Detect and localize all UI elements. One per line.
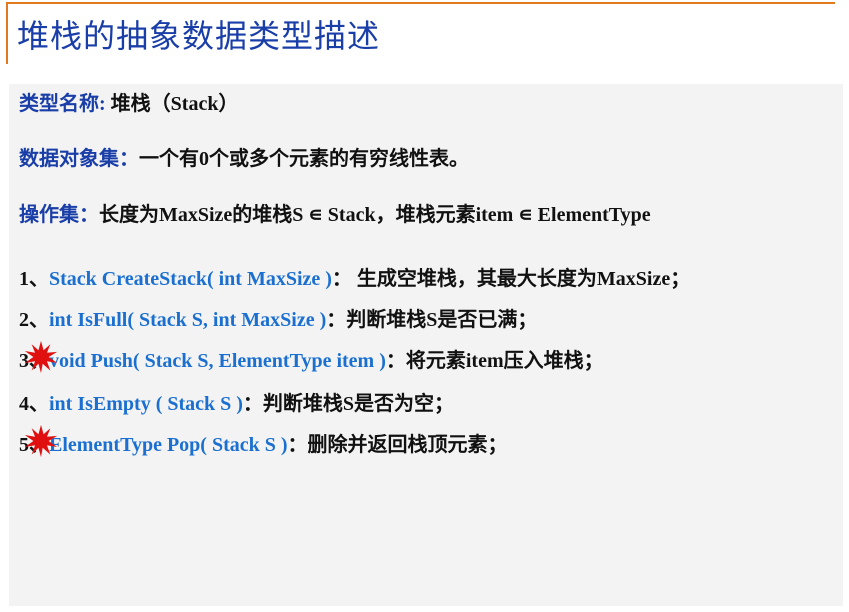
op-item-2: 2、int IsFull( Stack S, int MaxSize )：判断堆… [19, 307, 537, 333]
op-item-5: 5、ElementType Pop( Stack S )：删除并返回栈顶元素； [19, 432, 508, 458]
red-starburst-icon [24, 340, 58, 374]
op-signature: int IsEmpty ( Stack S ) [49, 393, 243, 415]
slide-title: 堆栈的抽象数据类型描述 [17, 17, 381, 55]
op-signature: int IsFull( Stack S, int MaxSize ) [49, 309, 327, 331]
starburst-shape [24, 424, 58, 458]
op-number: 2 [19, 309, 29, 331]
operations-value: 长度为MaxSize的堆栈S ∊ Stack，堆栈元素item ∊ Elemen… [99, 204, 651, 226]
type-name-value: 堆栈（Stack） [105, 93, 239, 115]
op-item-1: 1、Stack CreateStack( int MaxSize )： 生成空堆… [19, 266, 690, 292]
op-description: ：判断堆栈S是否为空； [242, 393, 455, 415]
content-panel: 类型名称: 堆栈（Stack） 数据对象集：一个有0个或多个元素的有穷线性表。 … [9, 84, 843, 606]
starburst-shape [24, 340, 58, 374]
op-signature: Stack CreateStack( int MaxSize ) [49, 268, 332, 290]
op-item-4: 4、int IsEmpty ( Stack S )：判断堆栈S是否为空； [19, 391, 454, 417]
data-set-value: 一个有0个或多个元素的有穷线性表。 [139, 148, 469, 170]
title-left-rule [6, 2, 8, 64]
op-signature: void Push( Stack S, ElementType item ) [49, 350, 386, 372]
op-separator: 、 [29, 393, 49, 415]
op-item-3: 3、void Push( Stack S, ElementType item )… [19, 348, 604, 374]
data-set-label: 数据对象集： [19, 148, 139, 170]
operations-line: 操作集：长度为MaxSize的堆栈S ∊ Stack，堆栈元素item ∊ El… [19, 202, 651, 228]
type-name-line: 类型名称: 堆栈（Stack） [19, 91, 238, 117]
op-description: ： 生成空堆栈，其最大长度为MaxSize； [331, 268, 691, 290]
type-name-label: 类型名称: [19, 93, 106, 115]
op-number: 4 [19, 393, 29, 415]
red-starburst-icon [24, 424, 58, 458]
op-separator: 、 [29, 268, 49, 290]
title-top-rule [6, 2, 835, 4]
op-number: 1 [19, 268, 29, 290]
op-description: ：判断堆栈S是否已满； [326, 309, 538, 331]
data-set-line: 数据对象集：一个有0个或多个元素的有穷线性表。 [19, 146, 469, 172]
op-separator: 、 [29, 309, 49, 331]
operations-label: 操作集： [19, 204, 99, 226]
op-description: ：删除并返回栈顶元素； [287, 434, 508, 456]
op-signature: ElementType Pop( Stack S ) [49, 434, 288, 456]
op-description: ：将元素item压入堆栈； [385, 350, 604, 372]
